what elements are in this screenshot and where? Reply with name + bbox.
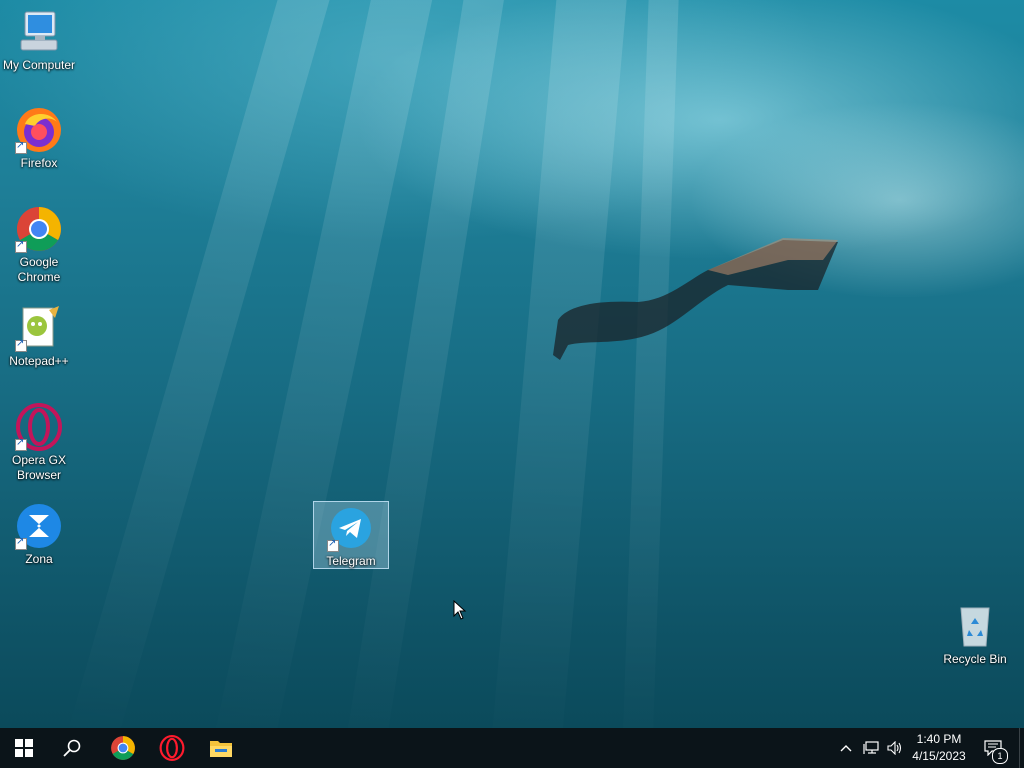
volume-button[interactable] (884, 728, 906, 768)
desktop-icon-chrome[interactable]: Google Chrome (1, 205, 77, 285)
taskbar: 1:40 PM 4/15/2023 1 (0, 728, 1024, 768)
notepadpp-icon (15, 304, 63, 352)
telegram-icon (327, 504, 375, 552)
speaker-icon (887, 741, 902, 755)
desktop-icon-label: Recycle Bin (943, 652, 1007, 666)
desktop-icon-notepadpp[interactable]: Notepad++ (1, 304, 77, 369)
desktop-icon-telegram[interactable]: Telegram (313, 501, 389, 569)
chevron-up-icon (840, 745, 852, 752)
desktop-icon-label: My Computer (2, 58, 76, 72)
desktop-background: My Computer Firefox Google (0, 0, 1024, 728)
chrome-icon (15, 205, 63, 253)
shortcut-arrow-icon (327, 538, 339, 552)
clock-date: 4/15/2023 (912, 749, 966, 763)
desktop-icon-label: Google Chrome (17, 255, 61, 284)
network-button[interactable] (860, 728, 882, 768)
opera-icon (159, 735, 185, 761)
shortcut-arrow-icon (15, 437, 27, 451)
desktop-icon-label: Telegram (326, 554, 376, 568)
zona-icon (15, 502, 63, 550)
desktop-icon-recycle-bin[interactable]: Recycle Bin (937, 602, 1013, 667)
desktop-icon-label: Opera GX Browser (11, 453, 67, 482)
shortcut-arrow-icon (15, 536, 27, 550)
computer-icon (15, 8, 63, 56)
show-desktop-button[interactable] (1019, 728, 1024, 768)
desktop-icon-label: Zona (25, 552, 53, 566)
desktop-icon-zona[interactable]: Zona (1, 502, 77, 567)
firefox-icon (15, 106, 63, 154)
clock-time: 1:40 PM (916, 732, 962, 746)
desktop-icon-label: Firefox (20, 156, 58, 170)
mouse-cursor-icon (453, 600, 467, 620)
desktop-icon-firefox[interactable]: Firefox (1, 106, 77, 171)
start-button[interactable] (0, 728, 48, 768)
shortcut-arrow-icon (15, 338, 27, 352)
shortcut-arrow-icon (15, 239, 27, 253)
search-icon (63, 739, 81, 757)
search-button[interactable] (48, 728, 96, 768)
desktop-icon-opera-gx[interactable]: Opera GX Browser (1, 403, 77, 483)
show-hidden-icons-button[interactable] (836, 728, 856, 768)
diver-image (553, 238, 838, 360)
opera-gx-icon (15, 403, 63, 451)
chrome-icon (111, 736, 135, 760)
action-center-button[interactable]: 1 (978, 728, 1008, 768)
windows-start-icon (15, 739, 33, 757)
recycle-bin-icon (951, 602, 999, 650)
file-explorer-icon (210, 741, 232, 757)
desktop-icon-label: Notepad++ (9, 354, 69, 368)
notification-count-badge: 1 (992, 748, 1008, 764)
taskbar-chrome-button[interactable] (99, 728, 147, 768)
taskbar-clock[interactable]: 1:40 PM 4/15/2023 (905, 731, 973, 765)
desktop-icon-my-computer[interactable]: My Computer (1, 8, 77, 73)
shortcut-arrow-icon (15, 140, 27, 154)
taskbar-opera-button[interactable] (148, 728, 196, 768)
taskbar-file-explorer-button[interactable] (197, 728, 245, 768)
network-icon (863, 741, 879, 754)
